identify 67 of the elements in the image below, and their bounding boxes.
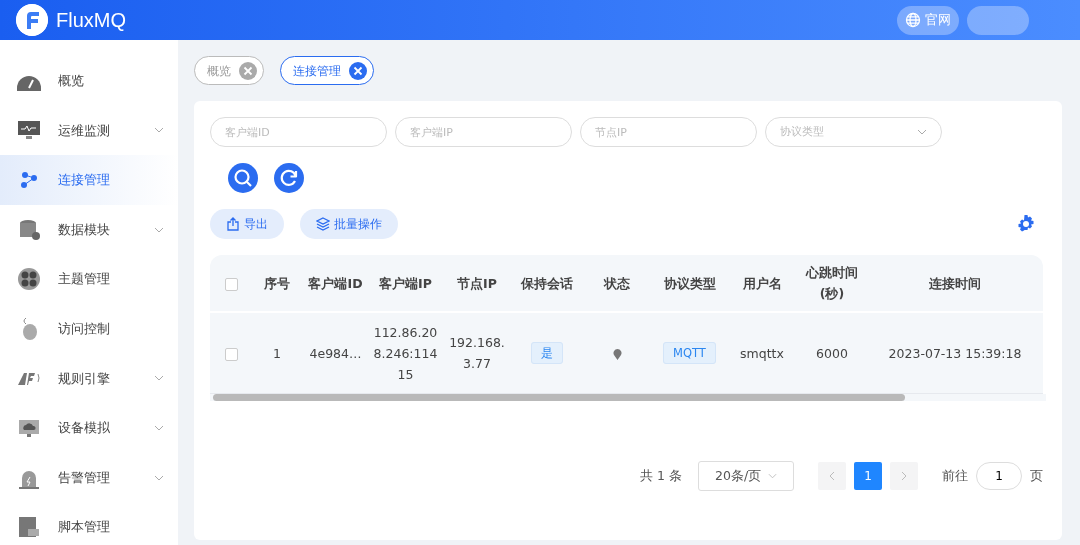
sidebar-item[interactable]: 设备模拟	[0, 403, 178, 453]
column-header: 客户端ID	[307, 274, 364, 293]
status-icon	[612, 348, 622, 360]
table-cell-text: 1	[273, 344, 281, 363]
chevron-down-icon	[768, 473, 777, 479]
chevron-down-icon	[154, 127, 164, 134]
table-cell-text: 112.86.208.246:11415	[373, 323, 438, 384]
total-count: 共 1 条	[640, 466, 682, 485]
chevron-down-icon	[154, 226, 164, 233]
export-button[interactable]: 导出	[210, 209, 284, 239]
horizontal-scrollbar[interactable]	[213, 394, 905, 401]
layers-icon	[316, 217, 330, 231]
sidebar-item[interactable]: 数据模块	[0, 204, 178, 255]
table-cell-text: smqttx	[740, 344, 784, 363]
logo-icon	[16, 4, 48, 36]
column-header: 序号	[263, 274, 291, 293]
filter-input[interactable]: 客户端ID	[210, 117, 387, 147]
sidebar-item[interactable]: 脚本管理	[0, 502, 178, 545]
user-menu-button[interactable]	[967, 5, 1029, 35]
chevron-right-icon	[900, 471, 908, 482]
sidebar-item[interactable]: 概览	[0, 56, 178, 106]
settings-icon[interactable]	[1016, 214, 1036, 234]
chevron-down-icon	[917, 129, 927, 135]
select-all-checkbox[interactable]	[224, 277, 238, 291]
chevron-down-icon	[154, 375, 164, 382]
share-icon	[226, 217, 240, 231]
sidebar-item[interactable]: 访问控制	[0, 303, 178, 354]
column-header: 节点IP	[456, 274, 498, 293]
chevron-down-icon	[154, 474, 164, 481]
row-checkbox[interactable]	[224, 347, 238, 361]
column-header: 用户名	[741, 274, 783, 293]
session-tag: 是	[531, 342, 563, 364]
search-button[interactable]	[228, 163, 258, 193]
fan-icon	[16, 266, 42, 293]
page-jump-input[interactable]: 1	[976, 462, 1022, 490]
column-header: 状态	[602, 274, 631, 293]
table-cell-text: 4e984…	[309, 344, 362, 363]
close-icon[interactable]	[349, 61, 367, 80]
sidebar-item[interactable]: 运维监测	[0, 105, 178, 156]
close-icon[interactable]	[239, 61, 257, 80]
page-tab[interactable]: 连接管理	[280, 56, 374, 85]
page-number[interactable]: 1	[854, 462, 882, 490]
page-size-select[interactable]: 20条/页	[698, 461, 794, 491]
logo-text: FluxMQ	[56, 8, 126, 33]
table-cell-text: 2023-07-13 15:39:18	[888, 344, 1022, 363]
protocol-tag: MQTT	[663, 342, 716, 364]
table-cell-text: 192.168.3.77	[448, 334, 506, 373]
sidebar-item[interactable]: 主题管理	[0, 254, 178, 304]
chevron-left-icon	[828, 471, 836, 482]
column-header: 连接时间	[928, 274, 982, 293]
goto-label: 前往	[942, 466, 968, 485]
page-label: 页	[1030, 466, 1043, 485]
refresh-button[interactable]	[274, 163, 304, 193]
filter-input[interactable]: 客户端IP	[395, 117, 572, 147]
sidebar-item[interactable]: 告警管理	[0, 452, 178, 503]
table-cell-text: 6000	[816, 344, 848, 363]
batch-operation-button[interactable]: 批量操作	[300, 209, 398, 239]
filter-input[interactable]: 节点IP	[580, 117, 757, 147]
previous-page-button[interactable]	[818, 462, 846, 490]
globe-icon	[905, 12, 921, 28]
column-header: 保持会话	[519, 274, 574, 293]
column-header: 心跳时间(秒)	[804, 264, 859, 303]
chevron-down-icon	[154, 424, 164, 431]
column-header: 协议类型	[662, 274, 717, 293]
sidebar-item[interactable]: 规则引擎	[0, 353, 178, 404]
next-page-button[interactable]	[890, 462, 918, 490]
column-header: 客户端IP	[378, 274, 433, 293]
